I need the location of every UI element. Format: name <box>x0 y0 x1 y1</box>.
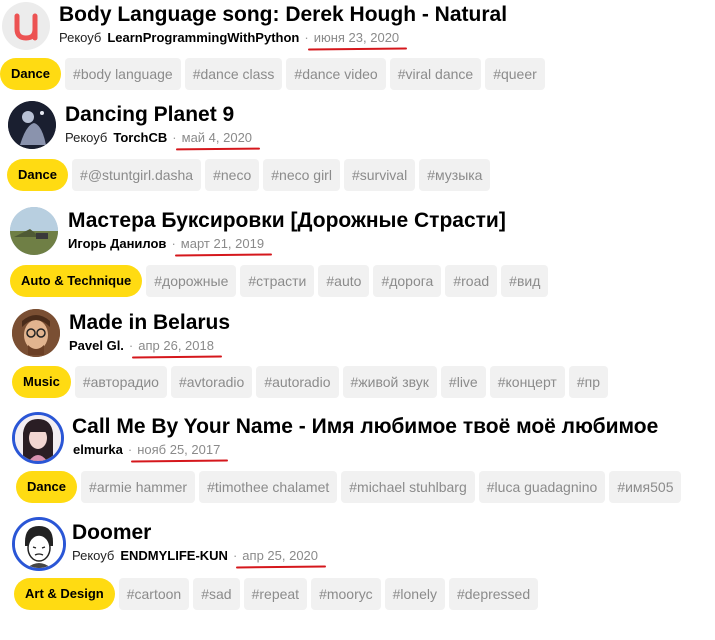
author-link[interactable]: TorchCB <box>113 130 167 145</box>
tag-chip[interactable]: #дорожные <box>146 265 237 297</box>
item-title[interactable]: Doomer <box>72 520 151 546</box>
tag-chip[interactable]: #dance class <box>184 58 283 90</box>
tag-chip[interactable]: #armie hammer <box>81 471 196 503</box>
tag-row: Music #авторадио #avtoradio #autoradio #живо… <box>12 366 630 398</box>
tag-chip[interactable]: #sad <box>193 578 240 610</box>
tag-chip[interactable]: #lonely <box>384 578 445 610</box>
tag-chip[interactable]: #вид <box>501 265 549 297</box>
publish-date: март 21, 2019 <box>180 236 265 251</box>
tag-chip[interactable]: #страсти <box>240 265 315 297</box>
tag-chip[interactable]: #neco girl <box>263 159 340 191</box>
tag-chip[interactable]: #road <box>445 265 498 297</box>
tag-chip[interactable]: #auto <box>318 265 370 297</box>
item-meta: elmurka · нояб 25, 2017 <box>67 441 220 459</box>
tag-row: Auto & Technique #дорожные #страсти #auto #д… <box>10 265 565 297</box>
publish-date: апр 25, 2020 <box>242 548 319 563</box>
channel-label: Рекоуб <box>65 130 108 145</box>
publish-date: июня 23, 2020 <box>313 30 400 45</box>
channel-label: Рекоуб <box>59 30 102 45</box>
category-badge[interactable]: Music <box>12 366 71 398</box>
item-meta: Pavel Gl. · апр 26, 2018 <box>63 337 214 355</box>
item-meta: Рекоуб TorchCB · май 4, 2020 <box>65 129 252 147</box>
tag-row: Dance #@stuntgirl.dasha #neco #neco girl #su… <box>7 159 527 191</box>
item-title[interactable]: Body Language song: Derek Hough - Natura… <box>59 2 507 28</box>
tag-row: Dance #body language #dance class #dance vi… <box>0 58 557 90</box>
item-title[interactable]: Мастера Буксировки [Дорожные Страсти] <box>68 208 506 234</box>
author-link[interactable]: Pavel Gl. <box>69 338 124 353</box>
tag-chip[interactable]: #depressed <box>448 578 539 610</box>
tag-chip[interactable]: #авторадио <box>74 366 167 398</box>
separator-dot: · <box>128 338 134 353</box>
tag-chip[interactable]: #neco <box>205 159 260 191</box>
tag-chip[interactable]: #body language <box>65 58 181 90</box>
tag-row: Art & Design #cartoon #sad #repeat #moorус #l… <box>14 578 566 610</box>
category-badge[interactable]: Dance <box>0 58 62 90</box>
dark-figure-avatar[interactable] <box>8 101 56 149</box>
tag-chip[interactable]: #концерт <box>489 366 565 398</box>
tag-chip[interactable]: #repeat <box>243 578 308 610</box>
separator-dot: · <box>304 30 309 45</box>
tag-chip[interactable]: #live <box>440 366 486 398</box>
tag-chip[interactable]: #cartoon <box>118 578 190 610</box>
tag-chip[interactable]: #живой звук <box>342 366 437 398</box>
author-link[interactable]: ENDMYLIFE-KUN <box>120 548 228 563</box>
tag-chip[interactable]: #michael stuhlbarg <box>341 471 475 503</box>
channel-label: Рекоуб <box>72 548 115 563</box>
category-badge[interactable]: Dance <box>7 159 69 191</box>
tag-chip[interactable]: #avtoradio <box>170 366 253 398</box>
tag-chip[interactable]: #dance video <box>286 58 386 90</box>
tag-chip[interactable]: #музыка <box>419 159 491 191</box>
tag-chip[interactable]: #@stuntgirl.dasha <box>72 159 202 191</box>
item-meta: Игорь Данилов · март 21, 2019 <box>62 235 264 253</box>
tag-chip[interactable]: #queer <box>485 58 545 90</box>
author-link[interactable]: elmurka <box>73 442 123 457</box>
publish-date: нояб 25, 2017 <box>137 442 221 457</box>
tag-chip[interactable]: #autoradio <box>256 366 339 398</box>
category-badge[interactable]: Auto & Technique <box>10 265 143 297</box>
publish-date: апр 26, 2018 <box>138 338 214 353</box>
item-title[interactable]: Dancing Planet 9 <box>65 102 234 128</box>
separator-dot: · <box>127 442 133 457</box>
udemy-logo-icon[interactable] <box>2 2 50 50</box>
landscape-avatar[interactable] <box>10 207 58 255</box>
item-title[interactable]: Call Me By Your Name - Имя любимое твоё … <box>72 414 658 440</box>
separator-dot: · <box>232 548 238 563</box>
tag-chip[interactable]: #viral dance <box>389 58 482 90</box>
doomer-wojak-avatar[interactable] <box>12 517 66 571</box>
tag-chip[interactable]: #survival <box>343 159 416 191</box>
author-link[interactable]: Игорь Данилов <box>68 236 166 251</box>
item-title[interactable]: Made in Belarus <box>69 310 230 336</box>
item-meta: Рекоуб ENDMYLIFE-KUN · апр 25, 2020 <box>72 547 318 565</box>
tag-chip[interactable]: #timothee chalamet <box>199 471 338 503</box>
category-badge[interactable]: Art & Design <box>14 578 115 610</box>
tag-chip[interactable]: #moorус <box>311 578 381 610</box>
publish-date: май 4, 2020 <box>181 130 253 145</box>
tag-row: Dance #armie hammer #timothee chalamet #mic… <box>16 471 687 503</box>
separator-dot: · <box>171 236 176 251</box>
separator-dot: · <box>172 130 177 145</box>
tag-chip[interactable]: #пр <box>568 366 608 398</box>
girl-portrait-avatar[interactable] <box>12 412 64 464</box>
tag-chip[interactable]: #luca guadagnino <box>478 471 606 503</box>
item-meta: Рекоуб LearnProgrammingWithPython · июня 23… <box>59 29 399 47</box>
tag-chip[interactable]: #дорога <box>373 265 442 297</box>
man-glasses-avatar[interactable] <box>12 309 60 357</box>
author-link[interactable]: LearnProgrammingWithPython <box>107 30 299 45</box>
tag-chip[interactable]: #имя505 <box>609 471 682 503</box>
category-badge[interactable]: Dance <box>16 471 78 503</box>
